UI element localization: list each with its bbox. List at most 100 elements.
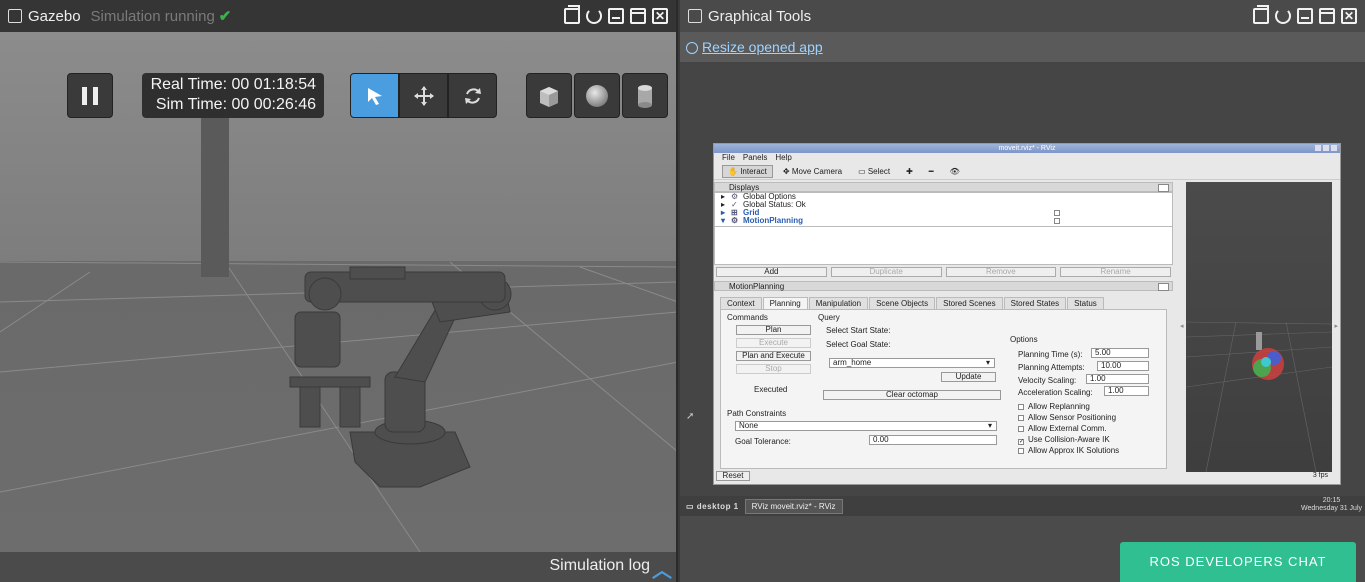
checkbox-box[interactable]: [1018, 404, 1024, 410]
remove-display-button[interactable]: Remove: [945, 267, 1057, 277]
velocity-scaling-field[interactable]: 1.00: [1086, 374, 1149, 384]
tab-manipulation[interactable]: Manipulation: [808, 297, 869, 309]
tab-planning[interactable]: Planning: [762, 297, 808, 309]
motionplanning-checkbox[interactable]: [1054, 218, 1060, 224]
simulation-log-bar[interactable]: Simulation log ︿: [0, 552, 676, 582]
refresh-icon[interactable]: [1275, 8, 1291, 24]
execute-button[interactable]: Execute: [736, 338, 811, 348]
acceleration-scaling-field[interactable]: 1.00: [1104, 386, 1149, 396]
gazebo-3d-viewport[interactable]: Real Time: 00 01:18:54 Sim Time: 00 00:2…: [0, 32, 676, 553]
target-icon: [686, 42, 698, 54]
rviz-maximize[interactable]: [1323, 145, 1329, 151]
close-icon[interactable]: ✕: [1341, 8, 1357, 24]
remote-desktop[interactable]: moveit.rviz* - RViz File Panels Help ✋ I…: [680, 62, 1365, 496]
path-constraints-select[interactable]: None ▾: [735, 421, 997, 431]
sphere-shape-button[interactable]: [574, 73, 620, 118]
collapse-left-icon[interactable]: ◂: [1180, 322, 1184, 330]
display-description: [714, 227, 1173, 265]
fps-display: 3 fps: [1312, 472, 1328, 479]
option-checkbox[interactable]: Allow Replanning: [1018, 402, 1090, 411]
restore-icon[interactable]: [564, 5, 580, 24]
taskbar-rviz-item[interactable]: RViz moveit.rviz* - RViz: [744, 498, 843, 514]
checkbox-box[interactable]: [1018, 426, 1024, 432]
cylinder-shape-button[interactable]: [622, 73, 668, 118]
pillar: [201, 102, 229, 277]
resize-opened-app-link[interactable]: Resize opened app: [686, 39, 823, 55]
add-tool-icon[interactable]: ✚: [900, 165, 919, 178]
grid-checkbox[interactable]: [1054, 210, 1060, 216]
motion-tabs: Context Planning Manipulation Scene Obje…: [714, 291, 1173, 309]
maximize-icon[interactable]: [630, 8, 646, 24]
tab-stored-scenes[interactable]: Stored Scenes: [936, 297, 1003, 309]
planning-time-field[interactable]: 5.00: [1091, 348, 1149, 358]
option-checkbox[interactable]: Allow External Comm.: [1018, 424, 1107, 433]
update-button[interactable]: Update: [941, 372, 996, 382]
start-state-label[interactable]: Select Start State:: [826, 326, 890, 335]
pause-icon: [82, 86, 87, 105]
planning-attempts-field[interactable]: 10.00: [1097, 361, 1149, 371]
rviz-close[interactable]: [1331, 145, 1337, 151]
tab-context[interactable]: Context: [720, 297, 762, 309]
plan-and-execute-button[interactable]: Plan and Execute: [736, 351, 811, 361]
stop-button[interactable]: Stop: [736, 364, 811, 374]
clear-octomap-button[interactable]: Clear octomap: [823, 390, 1001, 400]
minimize-icon[interactable]: [608, 8, 624, 24]
minimize-icon[interactable]: [1297, 8, 1313, 24]
interact-tool[interactable]: ✋ Interact: [722, 164, 773, 178]
tab-stored-states[interactable]: Stored States: [1003, 297, 1067, 309]
clock-time: 20:15: [1322, 497, 1341, 504]
pause-button[interactable]: [67, 73, 113, 118]
check-icon: ✔: [218, 8, 232, 25]
checkbox-box[interactable]: [1018, 415, 1024, 421]
checkbox-box[interactable]: ✓: [1018, 439, 1024, 445]
reset-button[interactable]: Reset: [716, 471, 750, 481]
translate-mode-button[interactable]: [399, 73, 448, 118]
goal-state-label[interactable]: Select Goal State:: [826, 340, 890, 349]
execution-status: Executed: [754, 385, 788, 394]
tab-status[interactable]: Status: [1067, 297, 1104, 309]
select-mode-button[interactable]: [350, 73, 399, 118]
eye-icon[interactable]: 👁: [944, 165, 966, 178]
goal-tolerance-label: Goal Tolerance:: [735, 437, 791, 446]
maximize-icon[interactable]: [1319, 8, 1335, 24]
close-icon[interactable]: ✕: [652, 8, 668, 24]
rviz-minimize[interactable]: [1315, 145, 1321, 151]
option-label: Allow External Comm.: [1028, 424, 1107, 433]
restore-icon[interactable]: [1253, 5, 1269, 24]
gazebo-title: Gazebo: [28, 7, 81, 25]
desktop-label[interactable]: ▭ desktop 1: [686, 502, 739, 511]
gazebo-title-bar: Gazebo Simulation running ✔ ✕: [0, 0, 676, 32]
move-camera-tool[interactable]: ✥ Move Camera: [777, 165, 848, 178]
options-title: Options: [1010, 335, 1038, 344]
goal-state-select[interactable]: arm_home ▾: [829, 358, 995, 368]
display-motion-planning[interactable]: ▾ ⚙ MotionPlanning: [721, 217, 1172, 225]
rviz-3d-view[interactable]: ◂ ▸: [1180, 182, 1338, 473]
display-buttons: Add Duplicate Remove Rename: [714, 265, 1173, 279]
gazebo-app-icon: [8, 9, 22, 23]
rotate-mode-button[interactable]: [448, 73, 497, 118]
duplicate-display-button[interactable]: Duplicate: [830, 267, 942, 277]
rviz-render: [1185, 321, 1333, 473]
menu-help[interactable]: Help: [775, 153, 791, 163]
display-global-status[interactable]: ▸ ✓ Global Status: Ok: [721, 201, 1172, 209]
checkbox-box[interactable]: [1018, 448, 1024, 454]
goal-tolerance-field[interactable]: 0.00: [869, 435, 997, 445]
box-shape-button[interactable]: [526, 73, 572, 118]
ros-developers-chat-button[interactable]: ROS DEVELOPERS CHAT: [1120, 542, 1356, 582]
add-display-button[interactable]: Add: [716, 267, 827, 277]
option-checkbox[interactable]: Allow Approx IK Solutions: [1018, 446, 1119, 455]
tab-scene-objects[interactable]: Scene Objects: [869, 297, 936, 309]
displays-header: Displays: [714, 182, 1173, 192]
select-tool[interactable]: ▭ Select: [852, 165, 896, 178]
menu-file[interactable]: File: [722, 153, 735, 163]
refresh-icon[interactable]: [586, 8, 602, 24]
displays-tree[interactable]: ▸ ⚙ Global Options ▸ ✓ Global Status: Ok ▸ ⊞ G…: [714, 192, 1173, 227]
collapse-right-icon[interactable]: ▸: [1334, 322, 1338, 330]
option-checkbox[interactable]: Allow Sensor Positioning: [1018, 413, 1116, 422]
menu-panels[interactable]: Panels: [743, 153, 767, 163]
option-checkbox[interactable]: ✓ Use Collision-Aware IK: [1018, 435, 1110, 445]
plan-button[interactable]: Plan: [736, 325, 811, 335]
rename-display-button[interactable]: Rename: [1060, 267, 1171, 277]
remove-tool-icon[interactable]: ━: [923, 165, 940, 178]
chevron-up-icon[interactable]: ︿: [652, 554, 672, 582]
